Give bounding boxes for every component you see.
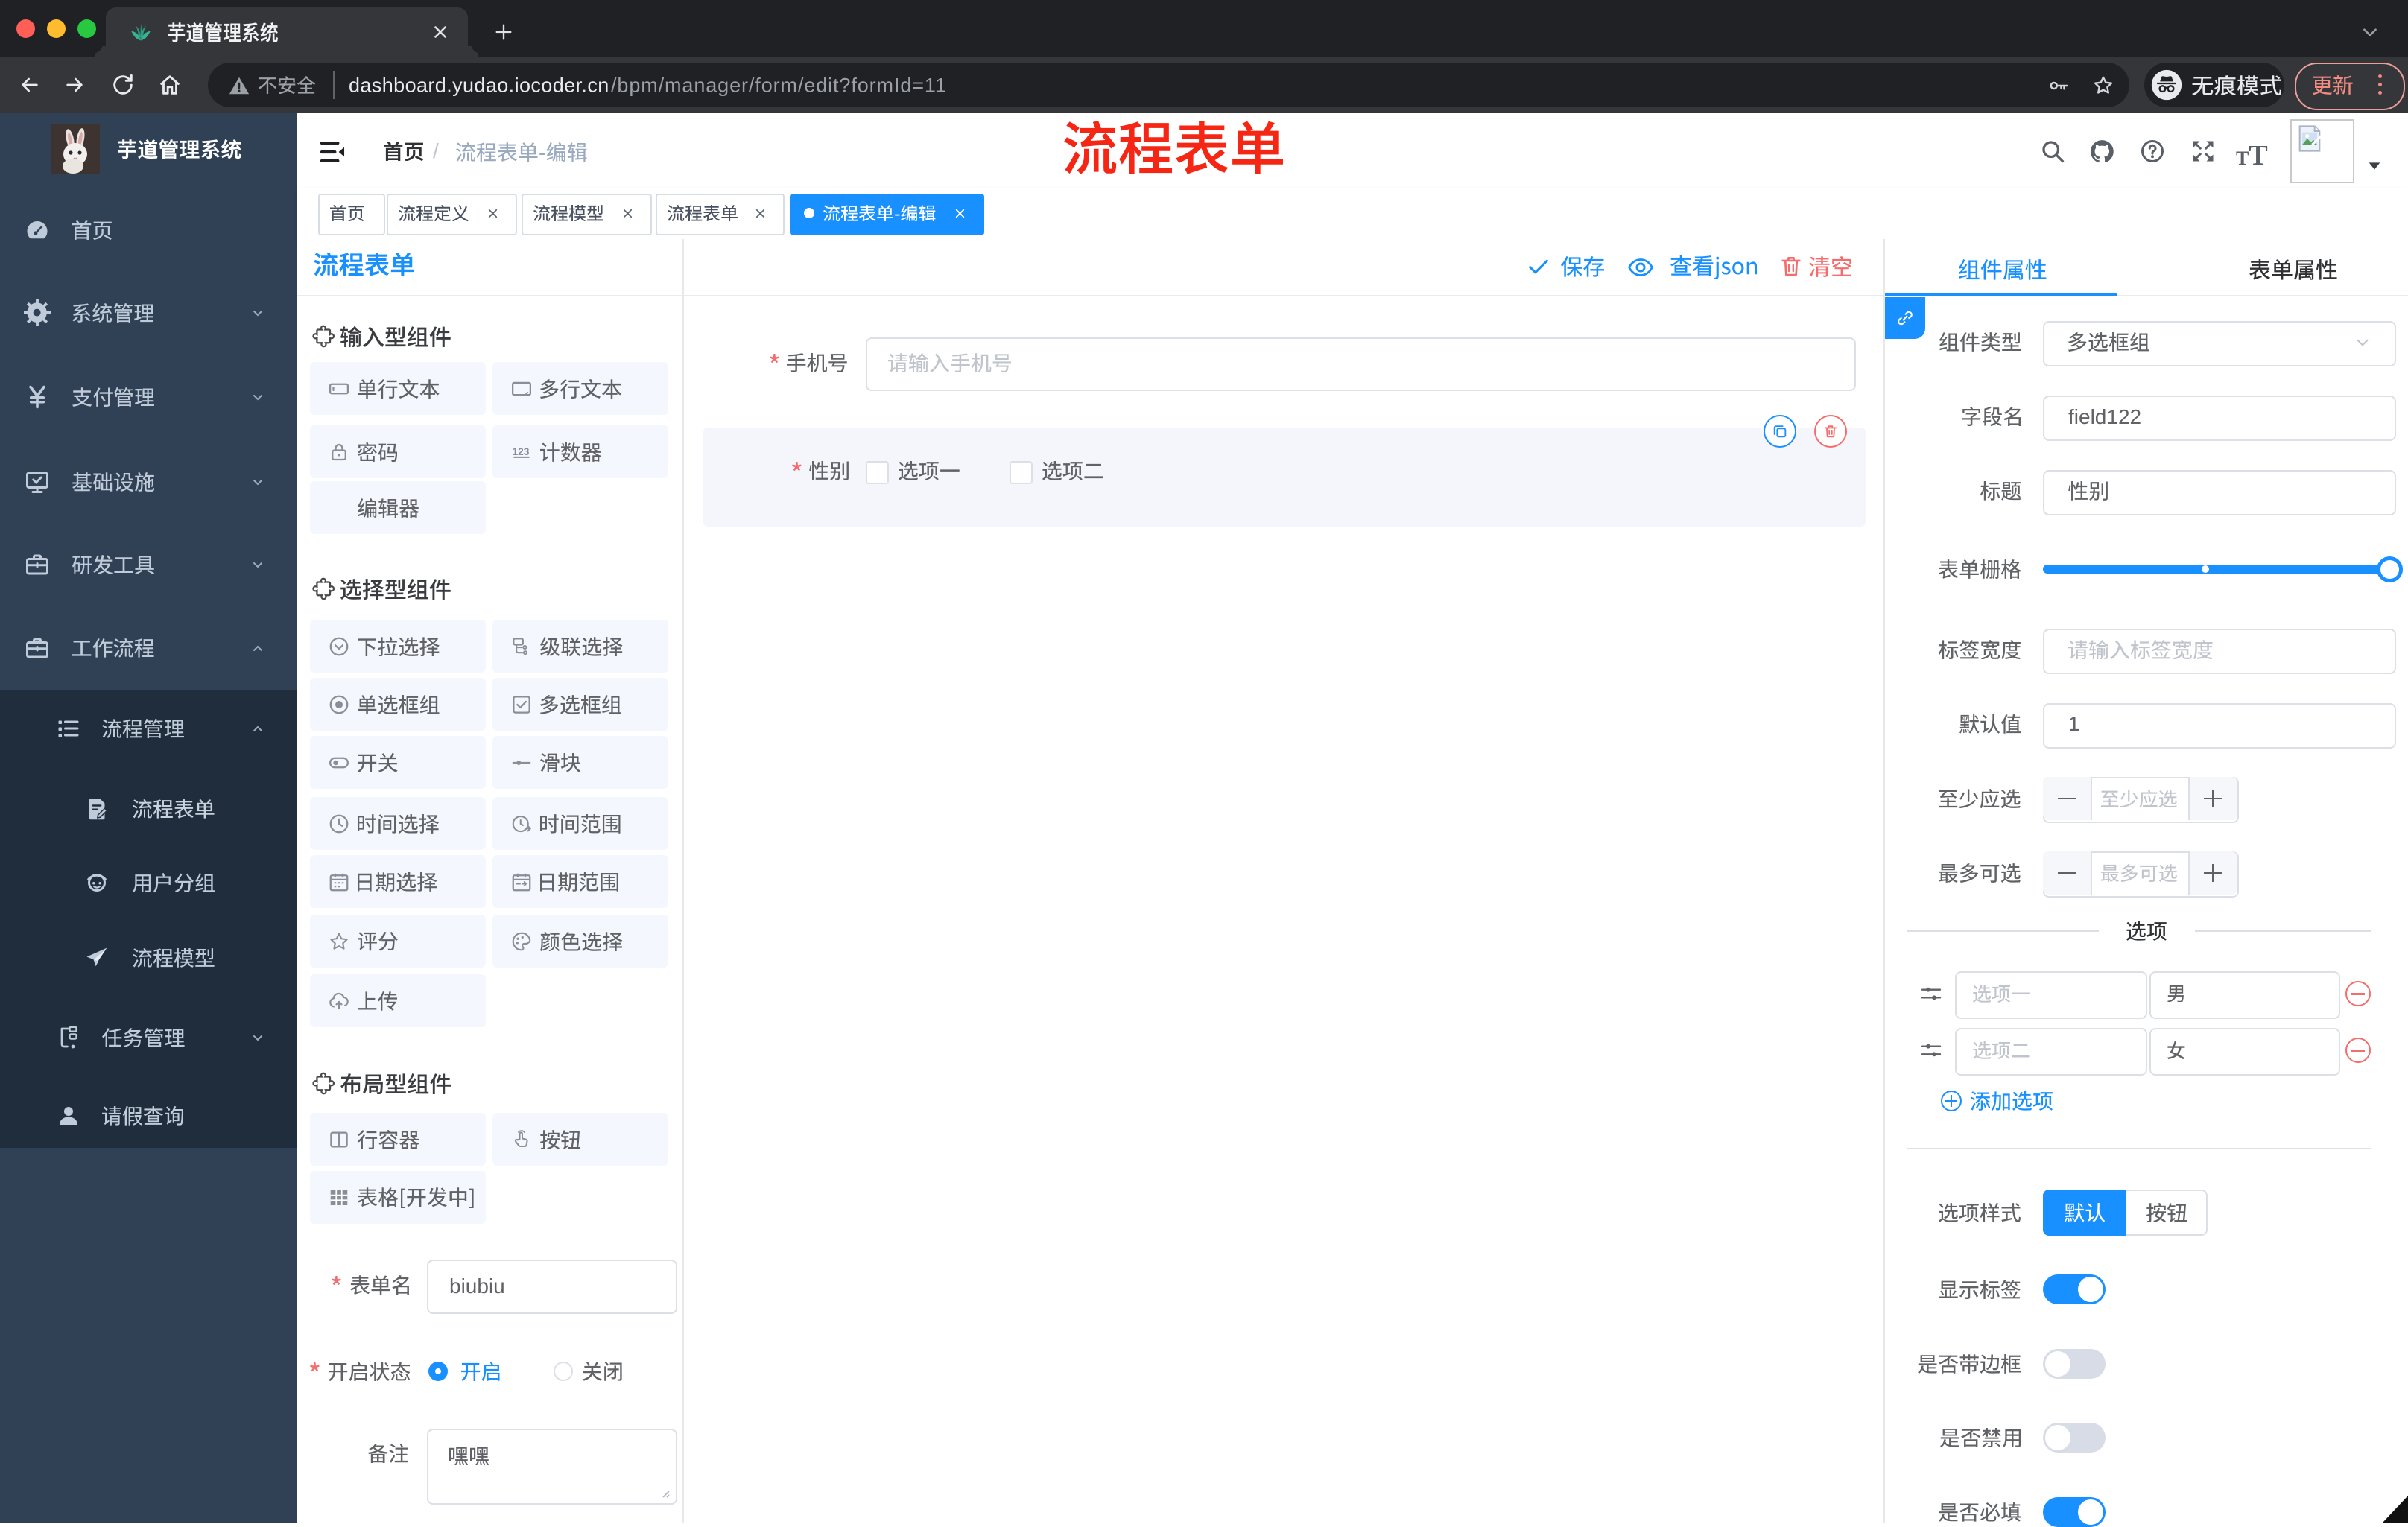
svg-text:123: 123	[513, 446, 530, 457]
